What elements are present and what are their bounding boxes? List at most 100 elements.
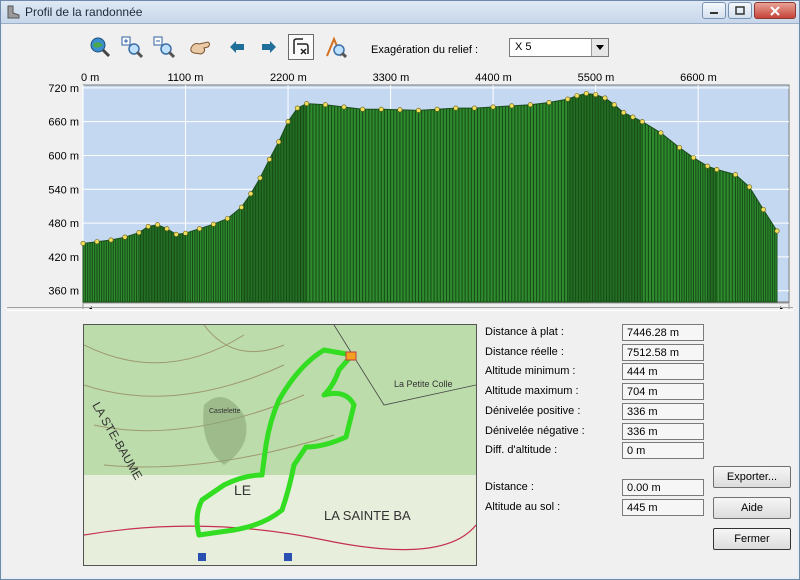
minimize-icon bbox=[710, 11, 718, 14]
elevation-point bbox=[322, 102, 328, 108]
relief-exaggeration-select[interactable]: X 5 bbox=[509, 38, 609, 57]
elevation-point bbox=[210, 221, 216, 227]
x-tick-label: 5500 m bbox=[578, 72, 615, 84]
title-bar: Profil de la randonnée bbox=[1, 1, 799, 24]
elevation-point bbox=[774, 228, 780, 234]
stat-label: Distance à plat : bbox=[485, 326, 564, 338]
elevation-point bbox=[732, 172, 738, 178]
x-tick-label: 3300 m bbox=[373, 72, 410, 84]
elevation-point bbox=[224, 216, 230, 222]
stat-label: Altitude minimum : bbox=[485, 365, 576, 378]
zoom-out-button[interactable] bbox=[151, 34, 177, 60]
y-tick-label: 360 m bbox=[48, 286, 79, 298]
stat-label: Distance réelle : bbox=[485, 345, 564, 358]
elevation-point bbox=[621, 110, 627, 116]
elevation-point bbox=[94, 239, 100, 245]
stat-value: 444 m bbox=[622, 363, 704, 381]
stat-label: Dénivelée négative : bbox=[485, 424, 585, 437]
arrow-right-icon bbox=[262, 41, 276, 53]
panel-divider bbox=[7, 307, 793, 311]
export-button[interactable]: Exporter... bbox=[713, 466, 791, 488]
pan-hand-icon bbox=[190, 41, 210, 55]
elevation-point bbox=[397, 107, 403, 113]
dropdown-button[interactable] bbox=[591, 39, 608, 56]
elevation-point bbox=[490, 104, 496, 110]
y-tick-label: 660 m bbox=[48, 117, 79, 129]
map-label-petite-colle: La Petite Colle bbox=[394, 379, 453, 389]
map-label-le: LE bbox=[234, 482, 251, 498]
relief-exaggeration-value: X 5 bbox=[515, 41, 532, 53]
elevation-point bbox=[704, 163, 710, 169]
stat-value: 7446.28 m bbox=[622, 324, 704, 341]
elevation-point bbox=[108, 237, 114, 243]
elevation-point bbox=[677, 145, 683, 151]
close-button[interactable]: Fermer bbox=[713, 528, 791, 550]
x-tick-label: 4400 m bbox=[475, 72, 512, 84]
hiking-boot-icon bbox=[7, 5, 20, 19]
minimize-button[interactable] bbox=[702, 2, 726, 19]
globe-zoom-icon bbox=[90, 37, 111, 58]
cursor-label: Distance : bbox=[485, 481, 534, 493]
maximize-button[interactable] bbox=[728, 2, 752, 19]
y-tick-label: 480 m bbox=[48, 218, 79, 230]
elevation-point bbox=[276, 139, 282, 145]
elevation-point bbox=[714, 167, 720, 173]
route-profile-icon bbox=[293, 38, 309, 55]
elevation-point bbox=[658, 130, 664, 136]
elevation-point bbox=[341, 104, 347, 110]
elevation-point bbox=[80, 240, 86, 246]
cursor-profile-icon bbox=[326, 36, 347, 58]
elevation-point bbox=[248, 191, 254, 197]
elevation-point bbox=[690, 155, 696, 161]
chevron-down-icon bbox=[596, 45, 604, 50]
y-tick-label: 420 m bbox=[48, 252, 79, 264]
cursor-label: Altitude au sol : bbox=[485, 500, 561, 513]
elevation-point bbox=[136, 230, 142, 236]
elevation-point bbox=[238, 204, 244, 210]
x-tick-label: 6600 m bbox=[680, 72, 717, 84]
topographic-map: LA STE-BAUME LE LA SAINTE BA La Petite C… bbox=[84, 325, 476, 565]
cursor-profile-button[interactable] bbox=[323, 34, 349, 60]
stat-value: 704 m bbox=[622, 383, 704, 401]
parking-icon-2 bbox=[284, 553, 292, 561]
close-window-button[interactable] bbox=[754, 2, 796, 19]
elevation-point bbox=[266, 156, 272, 162]
globe-zoom-button[interactable] bbox=[87, 34, 113, 60]
relief-exaggeration-label: Exagération du relief : bbox=[371, 44, 479, 56]
cursor-value: 0.00 m bbox=[622, 479, 704, 496]
help-button[interactable]: Aide bbox=[713, 497, 791, 519]
zoom-in-button[interactable] bbox=[119, 34, 145, 60]
stat-label: Diff. d'altitude : bbox=[485, 444, 558, 457]
elevation-point bbox=[183, 230, 189, 236]
cursor-value: 445 m bbox=[622, 498, 704, 516]
route-profile-button[interactable] bbox=[288, 34, 314, 60]
y-tick-label: 600 m bbox=[48, 150, 79, 162]
stat-value: 0 m bbox=[622, 442, 704, 460]
arrow-right-button[interactable] bbox=[256, 34, 282, 60]
pan-hand-button[interactable] bbox=[187, 34, 213, 60]
elevation-point bbox=[145, 223, 151, 229]
x-tick-label: 0 m bbox=[81, 72, 99, 84]
arrow-left-icon bbox=[230, 41, 244, 53]
map-label-castelette: Castelette bbox=[209, 408, 241, 415]
elevation-point bbox=[173, 231, 179, 237]
x-tick-label: 2200 m bbox=[270, 72, 307, 84]
elevation-point bbox=[434, 106, 440, 112]
route-map[interactable]: LA STE-BAUME LE LA SAINTE BA La Petite C… bbox=[83, 324, 477, 566]
elevation-point bbox=[294, 105, 300, 111]
map-label-sainte-baume: LA SAINTE BA bbox=[324, 508, 411, 523]
elevation-point bbox=[122, 234, 128, 240]
elevation-point bbox=[453, 105, 459, 111]
elevation-point bbox=[760, 207, 766, 213]
y-tick-label: 720 m bbox=[48, 83, 79, 95]
close-icon bbox=[770, 5, 780, 16]
maximize-icon bbox=[735, 6, 745, 15]
arrow-left-button[interactable] bbox=[224, 34, 250, 60]
stat-value: 7512.58 m bbox=[622, 343, 704, 361]
elevation-point bbox=[565, 96, 571, 102]
window-title: Profil de la randonnée bbox=[25, 5, 143, 19]
parking-icon bbox=[198, 553, 206, 561]
elevation-point bbox=[285, 119, 291, 125]
elevation-point bbox=[257, 175, 263, 181]
elevation-point bbox=[304, 101, 310, 107]
